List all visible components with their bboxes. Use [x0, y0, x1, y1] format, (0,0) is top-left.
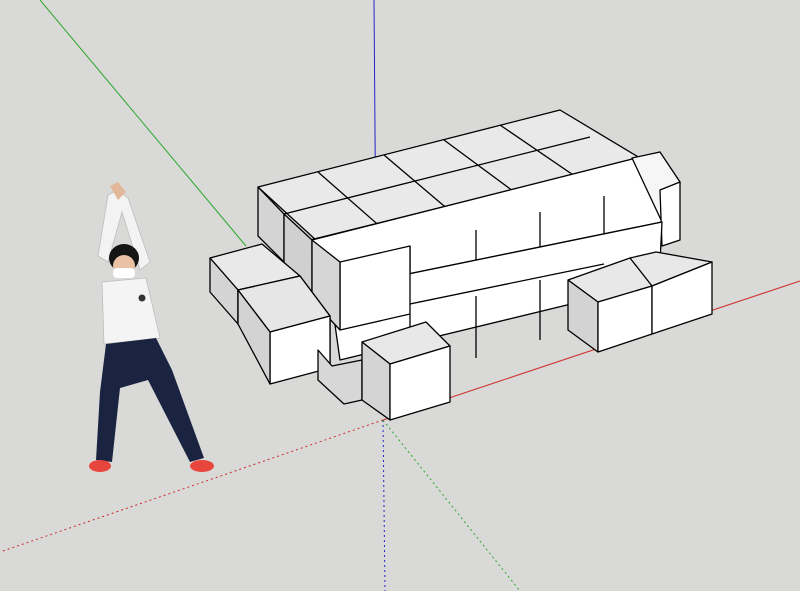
green-axis-dashed [382, 419, 521, 591]
person-jeans [96, 338, 204, 462]
person-mask [113, 268, 135, 278]
person-badge [138, 294, 146, 302]
green-axis-line [39, 0, 247, 247]
person-figure[interactable] [89, 182, 214, 472]
slab-right-end-front[interactable] [659, 181, 681, 247]
person-right-shoe [190, 460, 214, 472]
person-left-shoe [89, 460, 111, 472]
scene-canvas[interactable] [0, 0, 800, 591]
person-jacket [101, 277, 161, 345]
block-model[interactable] [209, 109, 713, 421]
blue-axis-dashed [382, 419, 386, 591]
model-viewport[interactable] [0, 0, 800, 591]
